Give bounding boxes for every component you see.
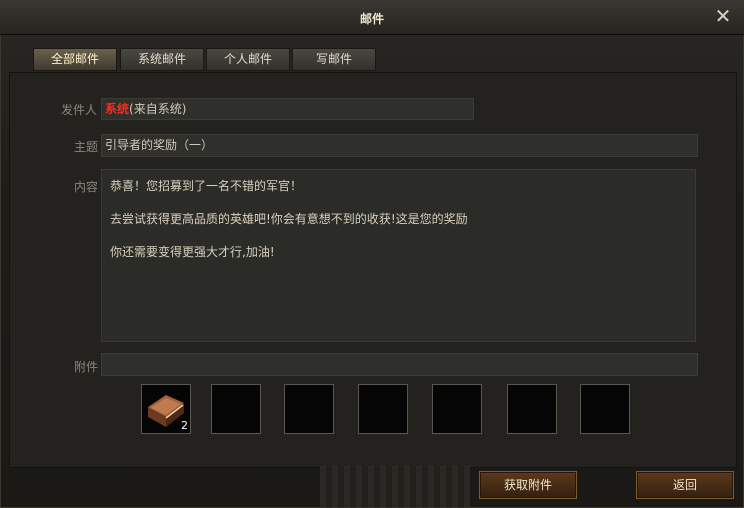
subject-field: 引导者的奖励（一） bbox=[101, 134, 698, 157]
content-line: 恭喜！您招募到了一名不错的军官！ bbox=[110, 179, 303, 193]
title-bar: 邮件 ✕ bbox=[0, 0, 744, 35]
content-line: 你还需要变得更强大才行,加油! bbox=[110, 245, 275, 259]
tab-personal-mail[interactable]: 个人邮件 bbox=[206, 48, 290, 71]
content-label: 内容 bbox=[74, 180, 99, 194]
content-line: 去尝试获得更高品质的英雄吧!你会有意想不到的收获!这是您的奖励 bbox=[110, 212, 468, 226]
sender-name: 系统 bbox=[105, 102, 130, 116]
attachment-field bbox=[101, 353, 698, 376]
sender-field: 系统(来自系统) bbox=[101, 98, 474, 120]
item-count: 2 bbox=[181, 419, 188, 432]
background-decoration bbox=[320, 466, 470, 508]
tab-all-mail[interactable]: 全部邮件 bbox=[33, 48, 117, 71]
window-title: 邮件 bbox=[359, 12, 384, 26]
attachment-slot-2[interactable] bbox=[211, 384, 261, 434]
tab-system-mail[interactable]: 系统邮件 bbox=[120, 48, 204, 71]
close-icon[interactable]: ✕ bbox=[712, 5, 734, 27]
attachment-slot-5[interactable] bbox=[432, 384, 482, 434]
content-area: 恭喜！您招募到了一名不错的军官！ 去尝试获得更高品质的英雄吧!你会有意想不到的收… bbox=[101, 169, 696, 342]
sender-suffix: (来自系统) bbox=[129, 102, 187, 116]
subject-label: 主题 bbox=[74, 140, 99, 154]
attachment-slot-7[interactable] bbox=[580, 384, 630, 434]
tab-write-mail[interactable]: 写邮件 bbox=[292, 48, 376, 71]
attachment-slot-6[interactable] bbox=[507, 384, 557, 434]
get-attachment-button[interactable]: 获取附件 bbox=[479, 471, 577, 499]
sender-label: 发件人 bbox=[61, 103, 98, 117]
attachment-slot-4[interactable] bbox=[358, 384, 408, 434]
back-button[interactable]: 返回 bbox=[636, 471, 734, 499]
attachment-slot-1[interactable]: 2 bbox=[141, 384, 191, 434]
attachment-slot-3[interactable] bbox=[284, 384, 334, 434]
mail-window: 邮件 ✕ 全部邮件 系统邮件 个人邮件 写邮件 发件人 系统(来自系统) 主题 … bbox=[0, 0, 744, 508]
attachment-label: 附件 bbox=[74, 360, 99, 374]
